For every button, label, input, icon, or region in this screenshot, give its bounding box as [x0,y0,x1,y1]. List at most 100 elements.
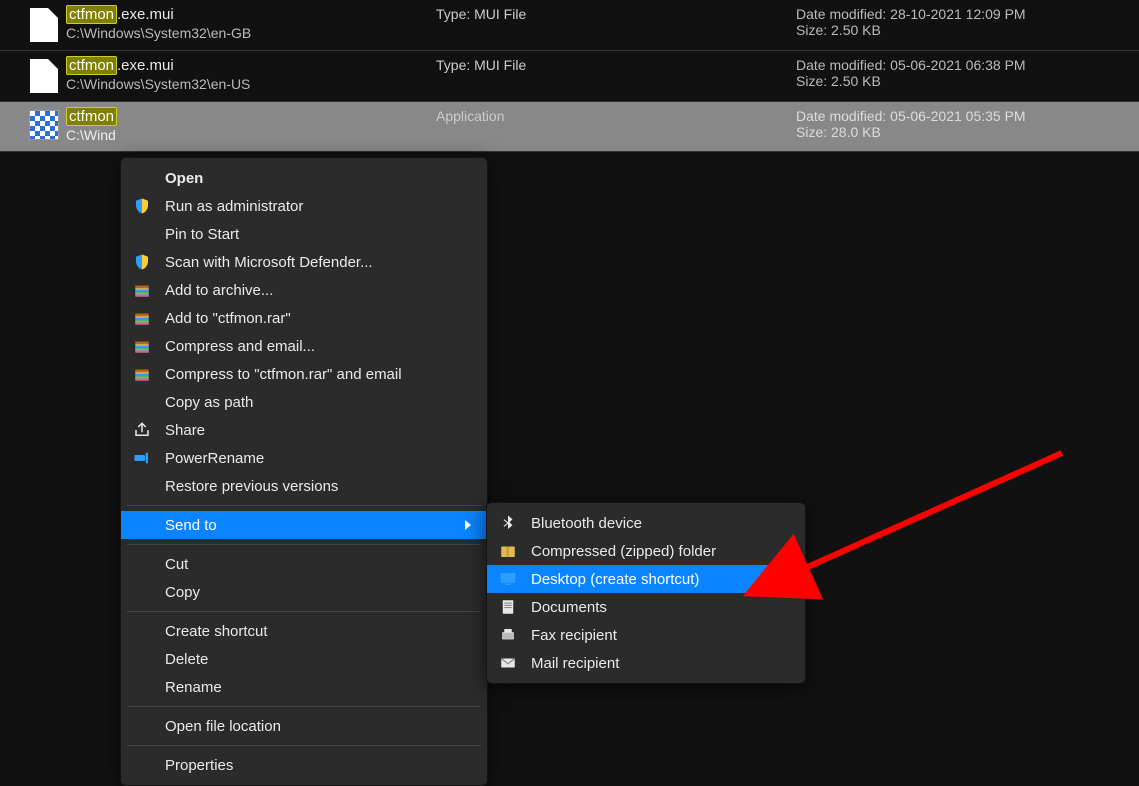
file-name-cell: ctfmon.exe.mui C:\Windows\System32\en-GB [66,6,436,41]
blank-icon [133,516,151,534]
blank-icon [133,555,151,573]
file-name: ctfmon.exe.mui [66,6,436,23]
menu-item-label: Scan with Microsoft Defender... [165,254,471,271]
file-icon [22,57,66,93]
shield-blue-icon [133,253,151,271]
search-highlight: ctfmon [66,5,117,24]
menu-item-label: Properties [165,757,471,774]
file-size: Size: 2.50 KB [796,22,1129,38]
search-highlight: ctfmon [66,56,117,75]
menu-separator [127,505,481,506]
menu-item-label: Send to [165,517,451,534]
file-type: Type: MUI File [436,57,796,73]
submenu-item-desktop-create-shortcut[interactable]: Desktop (create shortcut) [487,565,805,593]
menu-item-copy-as-path[interactable]: Copy as path [121,388,487,416]
menu-separator [127,745,481,746]
menu-item-label: Cut [165,556,471,573]
file-size: Size: 2.50 KB [796,73,1129,89]
rename-icon [133,449,151,467]
file-date: Date modified: 28-10-2021 12:09 PM [796,6,1129,22]
menu-item-label: Desktop (create shortcut) [531,571,789,588]
menu-item-label: Fax recipient [531,627,789,644]
menu-item-label: Create shortcut [165,623,471,640]
menu-item-label: Documents [531,599,789,616]
menu-item-label: Run as administrator [165,198,471,215]
archive-icon [133,281,151,299]
submenu-item-documents[interactable]: Documents [487,593,805,621]
blank-icon [133,756,151,774]
menu-separator [127,544,481,545]
context-menu[interactable]: Open Run as administrator Pin to Start Scan… [120,157,488,786]
file-type: Application [436,108,796,124]
archive-icon [133,365,151,383]
archive-icon [133,309,151,327]
menu-item-label: PowerRename [165,450,471,467]
menu-item-label: Compress and email... [165,338,471,355]
menu-item-label: Open [165,170,471,187]
menu-item-compress-to-ctfmon-rar-and-email[interactable]: Compress to "ctfmon.rar" and email [121,360,487,388]
submenu-item-mail-recipient[interactable]: Mail recipient [487,649,805,677]
blank-icon [133,622,151,640]
menu-item-label: Restore previous versions [165,478,471,495]
menu-item-label: Delete [165,651,471,668]
doc-icon [499,598,517,616]
file-path: C:\Wind [66,127,436,143]
file-row[interactable]: ctfmon.exe.mui C:\Windows\System32\en-UST… [0,51,1139,102]
mail-icon [499,654,517,672]
menu-item-restore-previous-versions[interactable]: Restore previous versions [121,472,487,500]
menu-item-open-file-location[interactable]: Open file location [121,712,487,740]
file-name-suffix: .exe.mui [117,57,174,74]
menu-separator [127,706,481,707]
menu-item-powerrename[interactable]: PowerRename [121,444,487,472]
file-date: Date modified: 05-06-2021 05:35 PM [796,108,1129,124]
menu-item-copy[interactable]: Copy [121,578,487,606]
menu-item-label: Mail recipient [531,655,789,672]
menu-item-properties[interactable]: Properties [121,751,487,779]
menu-item-delete[interactable]: Delete [121,645,487,673]
menu-item-label: Compressed (zipped) folder [531,543,789,560]
blank-icon [133,477,151,495]
shield-blue-icon [133,197,151,215]
file-row[interactable]: ctfmon.exe.mui C:\Windows\System32\en-GBT… [0,0,1139,51]
menu-item-pin-to-start[interactable]: Pin to Start [121,220,487,248]
menu-item-create-shortcut[interactable]: Create shortcut [121,617,487,645]
blank-icon [133,583,151,601]
submenu-item-fax-recipient[interactable]: Fax recipient [487,621,805,649]
file-name: ctfmon [66,108,436,125]
archive-icon [133,337,151,355]
submenu-item-bluetooth-device[interactable]: Bluetooth device [487,509,805,537]
file-meta: Date modified: 05-06-2021 05:35 PMSize: … [796,108,1129,140]
menu-item-label: Pin to Start [165,226,471,243]
menu-item-send-to[interactable]: Send to [121,511,487,539]
menu-item-scan-with-microsoft-defender[interactable]: Scan with Microsoft Defender... [121,248,487,276]
blank-icon [133,678,151,696]
menu-item-cut[interactable]: Cut [121,550,487,578]
menu-item-share[interactable]: Share [121,416,487,444]
context-submenu-send-to[interactable]: Bluetooth device Compressed (zipped) fold… [486,502,806,684]
blank-icon [133,717,151,735]
menu-item-label: Compress to "ctfmon.rar" and email [165,366,471,383]
zip-icon [499,542,517,560]
menu-item-run-as-administrator[interactable]: Run as administrator [121,192,487,220]
menu-item-label: Add to "ctfmon.rar" [165,310,471,327]
share-icon [133,421,151,439]
blank-icon [133,393,151,411]
submenu-item-compressed-zipped-folder[interactable]: Compressed (zipped) folder [487,537,805,565]
menu-item-label: Add to archive... [165,282,471,299]
file-type: Type: MUI File [436,6,796,22]
menu-item-compress-and-email[interactable]: Compress and email... [121,332,487,360]
file-name-suffix: .exe.mui [117,6,174,23]
menu-item-open[interactable]: Open [121,164,487,192]
menu-item-label: Open file location [165,718,471,735]
menu-item-add-to-ctfmon-rar[interactable]: Add to "ctfmon.rar" [121,304,487,332]
file-row[interactable]: ctfmonC:\WindApplicationDate modified: 0… [0,102,1139,152]
menu-item-rename[interactable]: Rename [121,673,487,701]
file-name: ctfmon.exe.mui [66,57,436,74]
menu-item-add-to-archive[interactable]: Add to archive... [121,276,487,304]
menu-item-label: Share [165,422,471,439]
file-path: C:\Windows\System32\en-US [66,76,436,92]
file-path: C:\Windows\System32\en-GB [66,25,436,41]
file-name-cell: ctfmonC:\Wind [66,108,436,143]
file-icon [22,6,66,42]
search-highlight: ctfmon [66,107,117,126]
